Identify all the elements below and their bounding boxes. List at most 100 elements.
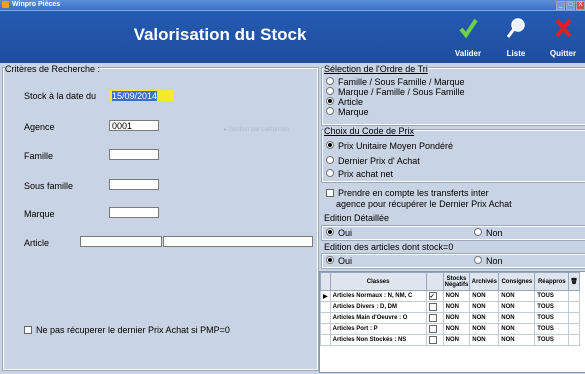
radio-icon[interactable] xyxy=(326,169,334,177)
radio-icon[interactable] xyxy=(474,228,482,236)
row-checkbox[interactable] xyxy=(428,313,437,322)
cell-checkbox[interactable] xyxy=(425,312,444,324)
article-label: Article xyxy=(24,238,50,248)
cell-classe[interactable]: Articles Normaux : N, NM, C xyxy=(329,290,427,302)
cell-archives[interactable]: NON xyxy=(469,312,500,324)
row-header-corner xyxy=(320,272,331,291)
table-row[interactable]: Articles Non Stockés : NS NON NON NON TOUS xyxy=(320,334,580,346)
edition-detaillee-non[interactable]: Non xyxy=(474,228,503,238)
radio-selected-icon[interactable] xyxy=(326,141,334,149)
cell-consignes[interactable]: NON xyxy=(498,301,536,313)
cell-stocks[interactable]: NON xyxy=(442,334,471,346)
cell-stocks[interactable]: NON xyxy=(442,323,471,335)
cell-checkbox[interactable]: ✓ xyxy=(425,290,444,302)
edition-stock-oui[interactable]: Oui xyxy=(326,256,352,266)
no-pmp-checkbox[interactable] xyxy=(24,326,32,334)
row-checkbox[interactable] xyxy=(428,302,437,311)
prix-option-dernier[interactable]: Dernier Prix d' Achat xyxy=(326,156,420,166)
classes-table: Classes Stocks Négatifs Archivés Consign… xyxy=(319,271,585,373)
prix-option-label: Dernier Prix d' Achat xyxy=(338,156,420,166)
radio-icon[interactable] xyxy=(326,77,334,85)
tri-option-article[interactable]: Article xyxy=(326,97,363,107)
col-header-archives[interactable]: Archivés xyxy=(469,272,500,291)
transferts-checkbox[interactable] xyxy=(326,189,334,197)
transferts-option[interactable]: Prendre en compte les transferts inter xyxy=(326,188,489,198)
col-header-classes[interactable]: Classes xyxy=(329,272,427,291)
sous-famille-label: Sous famille xyxy=(24,181,74,191)
cell-stocks[interactable]: NON xyxy=(442,301,471,313)
cell-reappros[interactable]: TOUS xyxy=(534,290,570,302)
radio-selected-icon[interactable] xyxy=(326,228,334,236)
col-header-reappros[interactable]: Réappros xyxy=(534,272,570,291)
cell-consignes[interactable]: NON xyxy=(498,312,536,324)
cell-classe[interactable]: Articles Non Stockés : NS xyxy=(329,334,427,346)
famille-label: Famille xyxy=(24,151,54,161)
trash-icon[interactable]: 🗑 xyxy=(568,272,580,291)
row-checkbox[interactable] xyxy=(428,335,437,344)
radio-selected-icon[interactable] xyxy=(326,256,334,264)
quitter-button[interactable]: Quitter xyxy=(541,11,585,63)
cell-checkbox[interactable] xyxy=(425,323,444,335)
col-header-consignes[interactable]: Consignes xyxy=(498,272,536,291)
prix-option-net[interactable]: Prix achat net xyxy=(326,169,393,179)
maximize-button[interactable]: □ xyxy=(566,1,575,10)
cell-archives[interactable]: NON xyxy=(469,301,500,313)
tri-option-marque-famille[interactable]: Marque / Famille / Sous Famille xyxy=(326,87,465,97)
cell-classe[interactable]: Articles Divers : D, DM xyxy=(329,301,427,313)
tri-option-famille[interactable]: Famille / Sous Famille / Marque xyxy=(326,77,465,87)
edition-stock-non-label: Non xyxy=(486,256,503,266)
table-row[interactable]: Articles Divers : D, DM NON NON NON TOUS xyxy=(320,301,580,313)
radio-icon[interactable] xyxy=(326,107,334,115)
cell-checkbox[interactable] xyxy=(425,334,444,346)
cell-classe[interactable]: Articles Port : P xyxy=(329,323,427,335)
cell-checkbox[interactable] xyxy=(425,301,444,313)
cell-archives[interactable]: NON xyxy=(469,323,500,335)
no-pmp-option[interactable]: Ne pas récuperer le dernier Prix Achat s… xyxy=(24,325,230,335)
table-row[interactable]: Articles Port : P NON NON NON TOUS xyxy=(320,323,580,335)
edition-detaillee-oui[interactable]: Oui xyxy=(326,228,352,238)
liste-button[interactable]: Liste xyxy=(494,11,538,63)
prix-option-pump[interactable]: Prix Unitaire Moyen Pondéré xyxy=(326,141,453,151)
row-checkbox[interactable]: ✓ xyxy=(428,292,437,300)
cell-reappros[interactable]: TOUS xyxy=(534,312,570,324)
cell-reappros[interactable]: TOUS xyxy=(534,301,570,313)
stock-date-field[interactable]: 15/09/2014 xyxy=(109,90,174,101)
cell-classe[interactable]: Articles Main d'Oeuvre : O xyxy=(329,312,427,324)
sous-famille-field[interactable] xyxy=(109,179,159,190)
page-title: Valorisation du Stock xyxy=(133,25,307,44)
edition-stock-non[interactable]: Non xyxy=(474,256,503,266)
quitter-label: Quitter xyxy=(549,49,577,58)
row-indicator xyxy=(320,334,331,346)
radio-icon[interactable] xyxy=(326,156,334,164)
radio-icon[interactable] xyxy=(474,256,482,264)
agence-field[interactable]: 0001 xyxy=(109,120,159,131)
cell-archives[interactable]: NON xyxy=(469,290,500,302)
cell-reappros[interactable]: TOUS xyxy=(534,334,570,346)
stock-date-label: Stock à la date du xyxy=(24,91,97,101)
row-checkbox[interactable] xyxy=(428,324,437,333)
tri-option-marque[interactable]: Marque xyxy=(326,107,369,117)
checkmark-icon xyxy=(459,18,478,39)
famille-field[interactable] xyxy=(109,149,159,160)
valider-button[interactable]: Valider xyxy=(446,11,490,63)
page-header: Valorisation du Stock Valider Liste Quit… xyxy=(0,10,585,64)
cell-stocks[interactable]: NON xyxy=(442,290,471,302)
prix-option-label: Prix achat net xyxy=(338,169,394,179)
cross-icon xyxy=(555,18,572,38)
cell-reappros[interactable]: TOUS xyxy=(534,323,570,335)
article-desc-field[interactable] xyxy=(163,236,313,247)
cell-stocks[interactable]: NON xyxy=(442,312,471,324)
table-row[interactable]: ▶ Articles Normaux : N, NM, C ✓ NON NON NON TO… xyxy=(320,290,580,302)
minimize-button[interactable]: _ xyxy=(556,1,565,10)
table-row[interactable]: Articles Main d'Oeuvre : O NON NON NON TOUS xyxy=(320,312,580,324)
radio-selected-icon[interactable] xyxy=(326,97,334,105)
close-window-button[interactable]: X xyxy=(576,1,585,10)
marque-field[interactable] xyxy=(109,207,159,218)
cell-archives[interactable]: NON xyxy=(469,334,500,346)
cell-consignes[interactable]: NON xyxy=(498,290,536,302)
cell-consignes[interactable]: NON xyxy=(498,323,536,335)
article-code-field[interactable] xyxy=(80,236,162,247)
col-header-stocks[interactable]: Stocks Négatifs xyxy=(442,272,471,291)
cell-consignes[interactable]: NON xyxy=(498,334,536,346)
radio-icon[interactable] xyxy=(326,87,334,95)
